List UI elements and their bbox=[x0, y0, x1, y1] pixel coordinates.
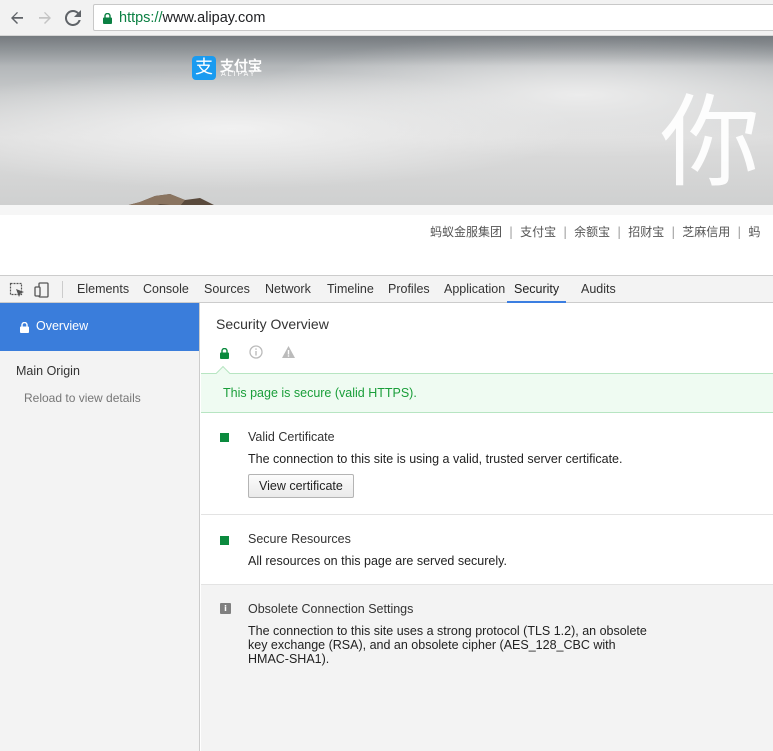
device-mode-icon[interactable] bbox=[34, 282, 50, 298]
info-circle-icon[interactable] bbox=[249, 345, 263, 359]
tab-network[interactable]: Network bbox=[265, 276, 311, 303]
section-title: Valid Certificate bbox=[248, 430, 335, 444]
security-overview-panel: Security Overview This page is secure (v… bbox=[201, 303, 773, 751]
mountain-image bbox=[128, 194, 214, 205]
view-certificate-button[interactable]: View certificate bbox=[248, 474, 354, 498]
tab-elements[interactable]: Elements bbox=[77, 276, 129, 303]
secure-status-banner: This page is secure (valid HTTPS). bbox=[201, 365, 773, 413]
reload-button[interactable] bbox=[62, 7, 84, 29]
devtools-toolbar: Elements Console Sources Network Timelin… bbox=[0, 275, 773, 303]
link-yuebao[interactable]: 余额宝 bbox=[574, 225, 610, 239]
back-button[interactable] bbox=[6, 7, 28, 29]
inspect-element-icon[interactable] bbox=[9, 282, 25, 298]
tab-application[interactable]: Application bbox=[444, 276, 505, 303]
browser-toolbar: https://www.alipay.com bbox=[0, 0, 773, 36]
warning-triangle-icon[interactable] bbox=[281, 345, 296, 359]
section-description: The connection to this site is using a v… bbox=[248, 452, 623, 466]
tab-security[interactable]: Security bbox=[507, 276, 567, 303]
tab-sources[interactable]: Sources bbox=[204, 276, 250, 303]
page-link-bar: 蚂蚁金服集团 | 支付宝 | 余额宝 | 招财宝 | 芝麻信用 | 蚂 bbox=[0, 205, 773, 275]
sidebar-reload-hint: Reload to view details bbox=[24, 391, 141, 405]
security-state-legend bbox=[216, 343, 336, 373]
hero-calligraphy: 你 bbox=[660, 84, 760, 201]
lock-icon[interactable] bbox=[220, 348, 229, 359]
link-zhima-credit[interactable]: 芝麻信用 bbox=[682, 225, 730, 239]
section-obsolete-connection: i Obsolete Connection Settings The conne… bbox=[201, 585, 773, 751]
security-sidebar: Overview Main Origin Reload to view deta… bbox=[0, 303, 200, 751]
address-bar[interactable]: https://www.alipay.com bbox=[93, 4, 773, 31]
sidebar-main-origin: Main Origin bbox=[16, 364, 80, 378]
secure-indicator-icon bbox=[220, 433, 229, 442]
link-zhaocaibao[interactable]: 招财宝 bbox=[628, 225, 664, 239]
page-title: Security Overview bbox=[216, 316, 329, 332]
arrow-right-icon bbox=[39, 12, 51, 24]
tab-console[interactable]: Console bbox=[143, 276, 189, 303]
tab-audits[interactable]: Audits bbox=[581, 276, 616, 303]
reload-icon bbox=[64, 9, 81, 26]
tab-timeline[interactable]: Timeline bbox=[327, 276, 374, 303]
secure-status-text: This page is secure (valid HTTPS). bbox=[223, 386, 417, 400]
alipay-logo-mark: 支 bbox=[192, 56, 216, 80]
forward-button[interactable] bbox=[34, 7, 56, 29]
section-valid-certificate: Valid Certificate The connection to this… bbox=[201, 414, 773, 515]
section-description: All resources on this page are served se… bbox=[248, 554, 507, 568]
sidebar-item-overview[interactable]: Overview bbox=[0, 303, 199, 351]
alipay-logo-subtext: ALIPAY bbox=[221, 71, 257, 78]
url-host: www.alipay.com bbox=[162, 10, 266, 26]
url-scheme: https:// bbox=[119, 10, 163, 26]
section-title: Obsolete Connection Settings bbox=[248, 602, 414, 616]
lock-icon bbox=[103, 13, 112, 24]
section-secure-resources: Secure Resources All resources on this p… bbox=[201, 515, 773, 585]
url-text: https://www.alipay.com bbox=[119, 10, 265, 26]
section-description: The connection to this site uses a stron… bbox=[248, 624, 647, 666]
sidebar-item-label: Overview bbox=[36, 319, 89, 333]
link-ant-financial[interactable]: 蚂蚁金服集团 bbox=[430, 225, 502, 239]
arrow-left-icon bbox=[11, 12, 23, 24]
info-indicator-icon: i bbox=[220, 603, 231, 614]
link-truncated[interactable]: 蚂 bbox=[748, 225, 760, 239]
page-hero-banner: 支 支付宝 ALIPAY 你 bbox=[0, 36, 773, 205]
secure-indicator-icon bbox=[220, 536, 229, 545]
group-links: 蚂蚁金服集团 | 支付宝 | 余额宝 | 招财宝 | 芝麻信用 | 蚂 bbox=[430, 225, 761, 239]
lock-icon bbox=[20, 322, 29, 333]
section-title: Secure Resources bbox=[248, 532, 351, 546]
tab-profiles[interactable]: Profiles bbox=[388, 276, 430, 303]
link-alipay[interactable]: 支付宝 bbox=[520, 225, 556, 239]
